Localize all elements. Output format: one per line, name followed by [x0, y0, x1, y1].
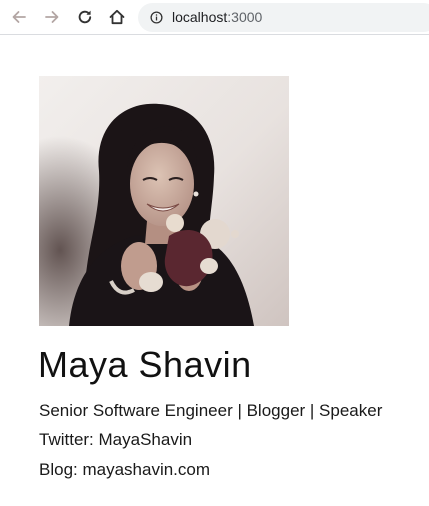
home-button[interactable]: [106, 6, 128, 28]
profile-photo: [39, 76, 289, 326]
url-port: :3000: [227, 9, 263, 25]
address-bar[interactable]: localhost:3000: [138, 3, 429, 32]
profile-name: Maya Shavin: [38, 344, 252, 385]
home-icon: [109, 9, 125, 25]
arrow-right-icon: [45, 11, 59, 23]
reload-button[interactable]: [74, 6, 96, 28]
profile-twitter: Twitter: MayaShavin: [39, 430, 193, 449]
forward-button[interactable]: [41, 6, 63, 28]
reload-icon: [78, 10, 92, 24]
url-text: localhost:3000: [172, 9, 262, 26]
back-button[interactable]: [8, 6, 30, 28]
url-host: localhost: [172, 9, 228, 25]
arrow-left-icon: [12, 11, 26, 23]
browser-toolbar: localhost:3000: [0, 0, 429, 35]
profile-blog: Blog: mayashavin.com: [39, 460, 211, 479]
profile-title: Senior Software Engineer | Blogger | Spe…: [39, 401, 383, 420]
info-circle-icon[interactable]: [150, 11, 163, 24]
